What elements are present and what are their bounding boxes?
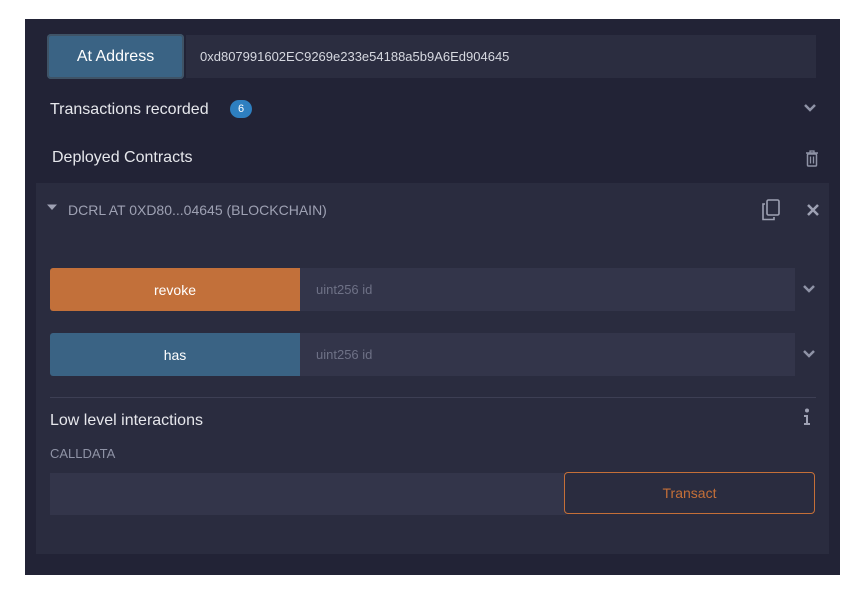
chevron-down-icon[interactable] [802, 284, 816, 294]
copy-icon[interactable] [761, 199, 781, 221]
deployed-contract-card: DCRL AT 0XD80...04645 (BLOCKCHAIN) revok… [36, 183, 829, 554]
at-address-button[interactable]: At Address [47, 34, 184, 79]
low-level-interactions-title: Low level interactions [50, 412, 203, 429]
close-icon[interactable] [807, 204, 819, 216]
transact-button[interactable]: Transact [564, 472, 815, 514]
info-icon[interactable] [803, 408, 811, 426]
chevron-down-icon[interactable] [803, 103, 817, 113]
run-panel: At Address 0xd807991602EC9269e233e54188a… [25, 19, 840, 575]
has-button[interactable]: has [50, 333, 300, 376]
divider [50, 397, 816, 398]
calldata-label: CALLDATA [50, 446, 116, 461]
chevron-down-icon[interactable] [802, 349, 816, 359]
revoke-button[interactable]: revoke [50, 268, 300, 311]
contract-title[interactable]: DCRL AT 0XD80...04645 (BLOCKCHAIN) [68, 202, 327, 218]
address-input[interactable]: 0xd807991602EC9269e233e54188a5b9A6Ed9046… [186, 35, 816, 78]
transactions-recorded-label[interactable]: Transactions recorded [50, 101, 209, 119]
deployed-contracts-label: Deployed Contracts [52, 149, 193, 166]
revoke-id-input[interactable]: uint256 id [300, 268, 795, 311]
calldata-input[interactable] [50, 473, 566, 515]
trash-icon[interactable] [805, 150, 819, 167]
chevron-down-icon[interactable] [46, 203, 58, 212]
transactions-count-badge: 6 [230, 100, 252, 118]
has-id-input[interactable]: uint256 id [300, 333, 795, 376]
